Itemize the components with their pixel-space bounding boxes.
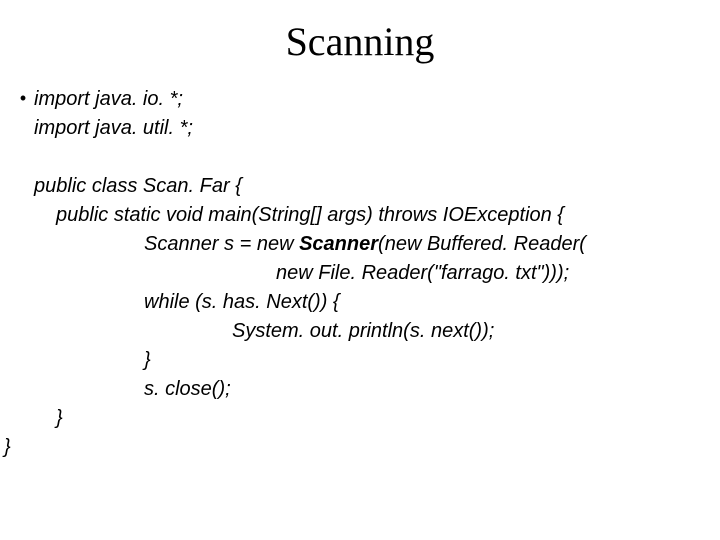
code-line: s. close();: [12, 375, 702, 404]
slide-title: Scanning: [0, 0, 720, 85]
bullet-dot: •: [12, 85, 34, 112]
bullet-item: • import java. io. *;: [12, 85, 702, 114]
code-line: System. out. println(s. next());: [12, 317, 702, 346]
code-line: public static void main(String[] args) t…: [12, 201, 702, 230]
code-line: import java. util. *;: [12, 114, 702, 143]
code-line: }: [12, 404, 702, 433]
code-line: }: [12, 346, 702, 375]
code-line: }: [0, 433, 720, 462]
code-line: import java. io. *;: [34, 85, 183, 114]
code-line: Scanner s = new Scanner(new Buffered. Re…: [12, 230, 702, 259]
code-line: public class Scan. Far {: [12, 172, 702, 201]
code-line: while (s. has. Next()) {: [12, 288, 702, 317]
code-text: (new Buffered. Reader(: [378, 233, 586, 255]
blank-line: [12, 143, 702, 172]
code-line: new File. Reader("farrago. txt")));: [12, 259, 702, 288]
slide-body: • import java. io. *; import java. util.…: [0, 85, 720, 433]
code-text-bold: Scanner: [299, 233, 378, 255]
slide: Scanning • import java. io. *; import ja…: [0, 0, 720, 540]
code-text: Scanner s = new: [144, 233, 299, 255]
